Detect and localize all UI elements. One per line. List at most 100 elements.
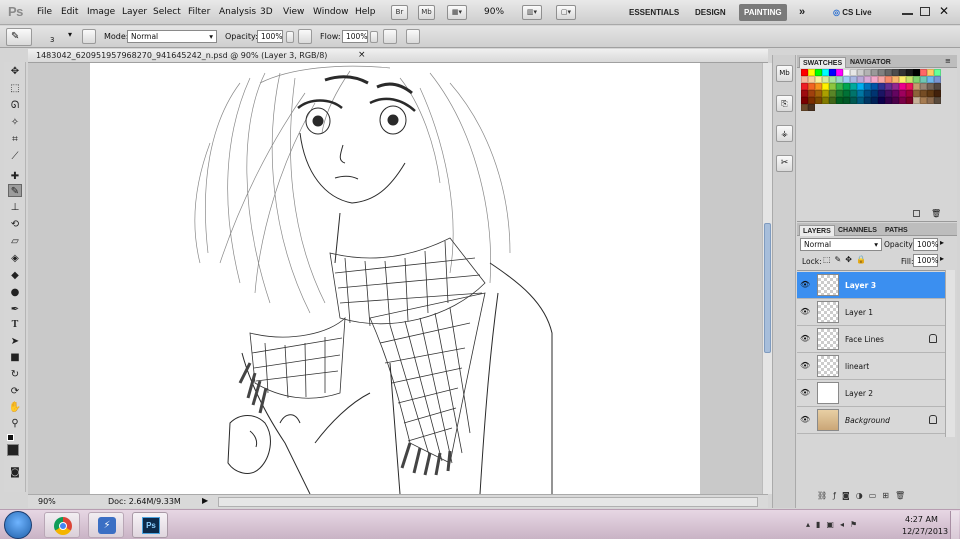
visibility-eye-icon[interactable]: 👁 bbox=[800, 416, 810, 424]
color-swatch[interactable] bbox=[850, 97, 857, 104]
color-swatch[interactable] bbox=[801, 69, 808, 76]
menu-image[interactable]: Image bbox=[87, 7, 115, 17]
color-swatch[interactable] bbox=[864, 97, 871, 104]
menu-layer[interactable]: Layer bbox=[122, 7, 147, 17]
pressure-size-button[interactable] bbox=[406, 29, 420, 44]
layer-row[interactable]: 👁 lineart bbox=[797, 353, 945, 380]
layers-scrollbar[interactable] bbox=[945, 270, 955, 437]
cs-live-button[interactable]: ◎ CS Live bbox=[828, 4, 877, 21]
more-workspaces-button[interactable]: » bbox=[794, 4, 810, 21]
color-swatch[interactable] bbox=[885, 90, 892, 97]
panel-menu-icon[interactable]: ≡ bbox=[945, 57, 951, 65]
color-swatch[interactable] bbox=[857, 76, 864, 83]
chrome-taskbar-button[interactable] bbox=[44, 512, 80, 538]
layer-row[interactable]: 👁 Layer 3 bbox=[797, 272, 945, 299]
color-swatch[interactable] bbox=[913, 97, 920, 104]
color-swatch[interactable] bbox=[822, 83, 829, 90]
lasso-tool-icon[interactable]: ᘏ bbox=[8, 99, 22, 112]
color-swatch[interactable] bbox=[906, 69, 913, 76]
color-swatch[interactable] bbox=[850, 90, 857, 97]
color-swatch[interactable] bbox=[892, 90, 899, 97]
layer-row[interactable]: 👁 Face Lines bbox=[797, 326, 945, 353]
fill-input[interactable]: 100% bbox=[913, 254, 938, 267]
color-swatch[interactable] bbox=[927, 69, 934, 76]
hand-tool-icon[interactable]: ✋ bbox=[8, 401, 22, 414]
tool-presets-icon[interactable]: ✂ bbox=[776, 155, 793, 172]
color-swatch[interactable] bbox=[808, 83, 815, 90]
brush-presets-icon[interactable]: ⚶ bbox=[776, 125, 793, 142]
color-swatch[interactable] bbox=[815, 76, 822, 83]
color-swatch[interactable] bbox=[815, 69, 822, 76]
visibility-eye-icon[interactable]: 👁 bbox=[800, 281, 810, 289]
blur-tool-icon[interactable]: ◆ bbox=[8, 269, 22, 282]
color-swatch[interactable] bbox=[892, 69, 899, 76]
vertical-scrollbar[interactable] bbox=[762, 63, 772, 494]
status-menu-arrow-icon[interactable]: ▶ bbox=[202, 496, 208, 505]
color-swatch[interactable] bbox=[843, 97, 850, 104]
tool-preset-picker[interactable]: ✎ bbox=[6, 28, 32, 46]
color-swatch[interactable] bbox=[801, 104, 808, 111]
workspace-essentials[interactable]: ESSENTIALS bbox=[624, 4, 684, 21]
document-tab[interactable]: 1483042_620951957968270_941645242_n.psd … bbox=[28, 49, 768, 63]
color-swatch[interactable] bbox=[885, 97, 892, 104]
new-swatch-icon[interactable] bbox=[913, 210, 920, 217]
history-icon[interactable]: ⎘ bbox=[776, 95, 793, 112]
color-swatch[interactable] bbox=[899, 90, 906, 97]
blend-mode-select[interactable]: Normal ▾ bbox=[800, 238, 882, 251]
delete-swatch-icon[interactable]: 🗑 bbox=[931, 209, 941, 218]
color-swatch[interactable] bbox=[913, 90, 920, 97]
3d-rotate-tool-icon[interactable]: ↻ bbox=[8, 368, 22, 381]
close-document-icon[interactable]: × bbox=[358, 50, 366, 60]
color-swatch[interactable] bbox=[829, 97, 836, 104]
3d-orbit-tool-icon[interactable]: ⟳ bbox=[8, 385, 22, 398]
color-swatch[interactable] bbox=[829, 83, 836, 90]
path-select-tool-icon[interactable]: ➤ bbox=[8, 335, 22, 348]
color-swatch[interactable] bbox=[885, 69, 892, 76]
color-swatch[interactable] bbox=[801, 83, 808, 90]
opacity-slider-toggle[interactable] bbox=[286, 31, 294, 43]
menu-window[interactable]: Window bbox=[313, 7, 349, 17]
color-swatch[interactable] bbox=[927, 83, 934, 90]
layer-actions-icons[interactable]: ⛓ƒ◙◑▭⊞🗑 bbox=[817, 491, 911, 500]
color-swatch[interactable] bbox=[815, 83, 822, 90]
crop-tool-icon[interactable]: ⌗ bbox=[8, 133, 22, 146]
color-swatch[interactable] bbox=[808, 76, 815, 83]
color-swatch[interactable] bbox=[864, 90, 871, 97]
color-swatch[interactable] bbox=[815, 97, 822, 104]
dodge-tool-icon[interactable]: ● bbox=[8, 286, 22, 299]
color-swatch[interactable] bbox=[808, 90, 815, 97]
photoshop-taskbar-button[interactable]: Ps bbox=[132, 512, 168, 538]
default-colors-icon[interactable] bbox=[7, 434, 14, 441]
color-swatch[interactable] bbox=[864, 69, 871, 76]
color-swatch[interactable] bbox=[829, 90, 836, 97]
color-swatch[interactable] bbox=[906, 83, 913, 90]
scroll-thumb[interactable] bbox=[764, 223, 771, 353]
color-swatch[interactable] bbox=[843, 83, 850, 90]
layer-row[interactable]: 👁 Background bbox=[797, 407, 945, 434]
visibility-eye-icon[interactable]: 👁 bbox=[800, 362, 810, 370]
shape-tool-icon[interactable]: ■ bbox=[8, 351, 22, 364]
color-swatch[interactable] bbox=[885, 83, 892, 90]
eyedropper-tool-icon[interactable]: ⟋ bbox=[8, 150, 22, 163]
color-swatch[interactable] bbox=[920, 97, 927, 104]
tab-navigator[interactable]: NAVIGATOR bbox=[847, 57, 894, 68]
brush-picker-arrow-icon[interactable]: ▾ bbox=[68, 30, 72, 39]
color-swatch[interactable] bbox=[871, 90, 878, 97]
clock-date[interactable]: 12/27/2013 bbox=[902, 527, 948, 536]
color-swatch[interactable] bbox=[801, 97, 808, 104]
color-swatch[interactable] bbox=[892, 97, 899, 104]
marquee-tool-icon[interactable]: ⬚ bbox=[8, 82, 22, 95]
color-swatch[interactable] bbox=[934, 83, 941, 90]
history-brush-tool-icon[interactable]: ⟲ bbox=[8, 218, 22, 231]
color-swatch[interactable] bbox=[899, 83, 906, 90]
menu-view[interactable]: View bbox=[283, 7, 304, 17]
zoom-level[interactable]: 90% bbox=[484, 7, 504, 17]
color-swatch[interactable] bbox=[899, 97, 906, 104]
tab-paths[interactable]: PATHS bbox=[882, 225, 911, 236]
color-swatch[interactable] bbox=[836, 69, 843, 76]
color-swatch[interactable] bbox=[857, 69, 864, 76]
brush-panel-toggle[interactable] bbox=[82, 29, 96, 44]
color-swatch[interactable] bbox=[850, 69, 857, 76]
color-swatch[interactable] bbox=[801, 76, 808, 83]
color-swatch[interactable] bbox=[836, 76, 843, 83]
